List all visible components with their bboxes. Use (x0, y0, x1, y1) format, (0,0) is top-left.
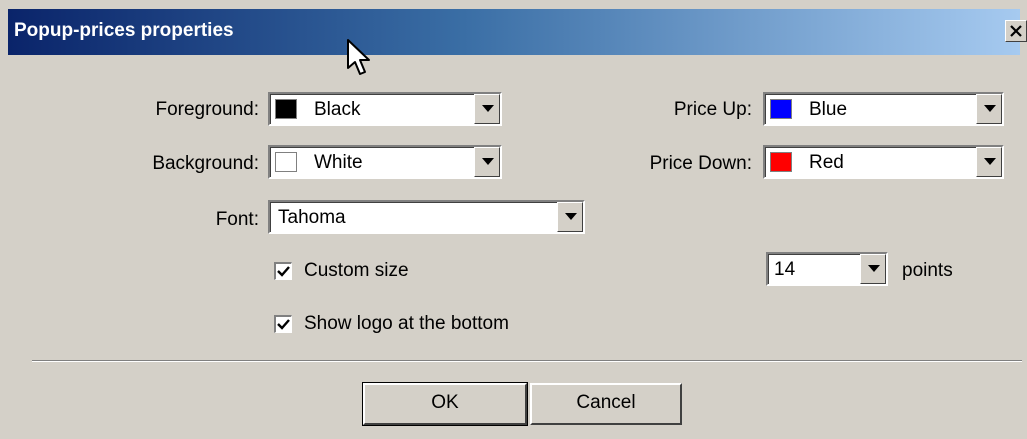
background-value: White (314, 152, 363, 173)
chevron-down-icon (868, 265, 880, 272)
price-up-value: Blue (809, 99, 848, 120)
price-down-select[interactable]: Red (763, 145, 1004, 179)
price-up-color-swatch (770, 99, 792, 119)
custom-size-label: Custom size (304, 260, 409, 281)
custom-size-option[interactable]: Custom size (274, 260, 474, 284)
foreground-select[interactable]: Black (268, 92, 502, 126)
price-down-color-swatch (770, 152, 792, 172)
price-down-dropdown-button[interactable] (976, 147, 1002, 177)
size-select[interactable]: 14 (766, 252, 888, 286)
checkmark-icon (277, 266, 290, 277)
show-logo-label: Show logo at the bottom (304, 313, 509, 334)
chevron-down-icon (565, 213, 577, 220)
close-icon (1010, 25, 1022, 37)
price-up-dropdown-button[interactable] (976, 94, 1002, 124)
close-button[interactable] (1005, 20, 1027, 42)
foreground-label: Foreground: (155, 99, 259, 120)
foreground-dropdown-button[interactable] (474, 94, 500, 124)
mouse-pointer-icon (347, 39, 370, 75)
background-select[interactable]: White (268, 145, 502, 179)
show-logo-checkbox[interactable] (274, 315, 292, 333)
show-logo-option[interactable]: Show logo at the bottom (274, 313, 574, 337)
price-down-value: Red (809, 152, 844, 173)
background-dropdown-button[interactable] (474, 147, 500, 177)
chevron-down-icon (482, 105, 494, 112)
font-select[interactable]: Tahoma (268, 200, 585, 234)
size-unit-label: points (902, 260, 953, 281)
price-down-label: Price Down: (649, 153, 752, 174)
ok-button[interactable]: OK (362, 382, 528, 426)
chevron-down-icon (482, 158, 494, 165)
cancel-button[interactable]: Cancel (530, 383, 682, 425)
background-label: Background: (152, 153, 259, 174)
size-dropdown-button[interactable] (860, 254, 886, 284)
foreground-color-swatch (275, 99, 297, 119)
chevron-down-icon (984, 158, 996, 165)
window-title: Popup-prices properties (14, 20, 234, 41)
background-color-swatch (275, 152, 297, 172)
size-value: 14 (774, 259, 796, 280)
properties-dialog: Popup-prices properties Foreground: Blac… (0, 0, 1027, 439)
price-up-select[interactable]: Blue (763, 92, 1004, 126)
font-dropdown-button[interactable] (557, 202, 583, 232)
custom-size-checkbox[interactable] (274, 262, 292, 280)
price-up-label: Price Up: (673, 99, 752, 120)
chevron-down-icon (984, 105, 996, 112)
foreground-value: Black (314, 99, 361, 120)
checkmark-icon (277, 319, 290, 330)
separator (32, 360, 1022, 362)
title-bar[interactable]: Popup-prices properties (8, 9, 1027, 55)
font-label: Font: (215, 209, 259, 230)
font-value: Tahoma (278, 207, 346, 228)
